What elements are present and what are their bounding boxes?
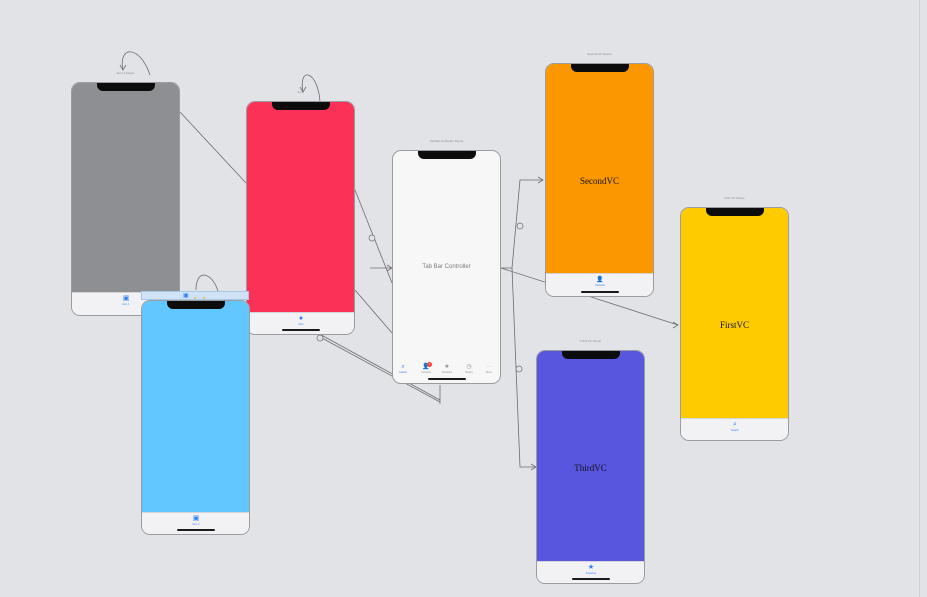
tab-more[interactable]: ··· More [481,363,497,374]
view-controller-view[interactable] [247,102,354,314]
scene-item[interactable]: Item ● Item [246,90,355,335]
tab-bar-item-label: Contacts [595,284,605,287]
search-icon: ⌕ [401,364,405,370]
relationship-segue[interactable] [511,267,536,468]
tab-label: Search [399,371,407,374]
scene-item1[interactable]: Item 1 Scene ▣ Item 1 [71,71,180,316]
scene-third-vc[interactable]: Third VC Scene ThirdVC ★ Favorites [536,339,645,584]
scene-title: Third VC Scene [579,339,602,343]
circle-icon: ● [298,315,304,322]
vc-label: SecondVC [580,176,619,186]
square-icon: ▣ [192,515,200,522]
tab-bar-item-label: Item 1 [122,303,130,306]
tab-bar: ● Item [247,312,354,334]
tab-bar: ▣ Item 2 [142,512,249,534]
vc-label: FirstVC [719,320,749,330]
home-indicator [571,578,610,580]
tab-label: More [486,371,492,374]
history-icon: ◷ [466,364,472,370]
device-notch [561,351,620,359]
canvas-edge [919,0,920,597]
self-segue-loop[interactable] [195,274,219,292]
tab-favorites[interactable]: ★ Favorites [439,363,455,374]
device-notch [570,64,629,72]
view-controller-icon[interactable]: ▣ [183,293,189,300]
view-controller-view[interactable] [72,83,179,294]
tab-history[interactable]: ◷ History [461,363,477,374]
device-frame[interactable]: ThirdVC ★ Favorites [536,350,645,584]
tab-label: Contacts [421,371,431,374]
tab-label: History [465,371,473,374]
tab-bar: ⌕ Search [681,418,788,440]
device-frame[interactable]: FirstVC ⌕ Search [680,207,789,441]
contacts-icon: 👤 [596,277,604,283]
scene-title: Item 1 Scene [116,71,135,75]
badge: 1 [427,362,432,367]
star-icon: ★ [587,564,595,571]
tab-search[interactable]: ⌕ Search [395,363,411,374]
tab-bar-item[interactable]: ⌕ Search [723,421,747,432]
relationship-segue[interactable] [354,289,393,334]
device-frame[interactable]: SecondVC 👤 Contacts [545,63,654,297]
star-icon: ★ [444,364,450,370]
device-frame[interactable]: Tab Bar Controller ⌕ Search 👤 1 Contacts… [392,150,501,384]
scene-title: Item [297,90,304,94]
device-notch [271,102,330,110]
device-notch [705,208,764,216]
device-notch [166,301,225,309]
scene-second-vc[interactable]: Second VC Scene SecondVC 👤 Contacts [545,52,654,297]
tab-bar-item[interactable]: ▣ Item 2 [184,515,208,526]
arrow-head [672,321,679,329]
scene-tab-bar-controller[interactable]: Tab Bar Controller Scene Tab Bar Control… [392,139,501,384]
segue-badge[interactable] [368,234,376,242]
scene-title: Tab Bar Controller Scene [429,139,464,143]
search-icon: ⌕ [733,421,737,428]
storyboard-canvas[interactable]: Item 1 Scene ▣ Item 1 Item ● Item ▣ Item… [0,0,927,597]
device-frame[interactable]: ▣ Item 2 [141,300,250,535]
scene-item2[interactable]: ▣ Item 2 [141,300,250,535]
tab-bar-item[interactable]: ● Item [289,315,313,326]
relationship-segue[interactable] [179,111,247,184]
vc-label: ThirdVC [574,463,607,473]
scene-title: First VC Scene [724,196,745,200]
tab-bar: 👤 Contacts [546,273,653,296]
tab-bar-controller-label: Tab Bar Controller [422,264,471,270]
tab-bar-item-label: Search [731,429,739,432]
tab-contacts[interactable]: 👤 1 Contacts [418,362,434,374]
arrow-head [119,64,127,71]
view-controller-view[interactable] [537,351,644,563]
home-indicator [176,529,215,531]
device-frame[interactable]: ● Item [246,101,355,335]
scene-title: Second VC Scene [587,52,612,56]
more-icon: ··· [487,364,491,369]
tab-bar: ★ Favorites [537,561,644,583]
home-indicator [427,378,466,380]
device-notch [417,151,476,159]
view-controller-view[interactable] [681,208,788,420]
tab-label: Favorites [441,371,453,374]
first-responder-icon[interactable]: ● [194,294,196,301]
scene-dock[interactable]: ▣ ● ● [141,291,249,300]
tab-bar-item-label: Favorites [585,572,597,575]
segue-badge[interactable] [515,365,523,373]
tab-bar-item-label: Item 2 [192,523,200,526]
home-indicator [281,329,320,331]
device-frame[interactable]: ▣ Item 1 [71,82,180,316]
view-controller-view[interactable] [142,301,249,515]
square-icon: ▣ [122,295,130,302]
tab-bar-item[interactable]: 👤 Contacts [588,276,612,287]
tab-bar-item-label: Item [298,323,304,326]
tab-bar-item[interactable]: ★ Favorites [579,564,603,575]
view-controller-view[interactable] [546,64,653,275]
device-notch [96,83,155,91]
segue-badge[interactable] [516,222,524,230]
tab-bar-item[interactable]: ▣ Item 1 [114,295,138,306]
home-indicator [580,291,619,293]
scene-first-vc[interactable]: First VC Scene FirstVC ⌕ Search [680,196,789,441]
exit-icon[interactable]: ● [203,294,205,301]
